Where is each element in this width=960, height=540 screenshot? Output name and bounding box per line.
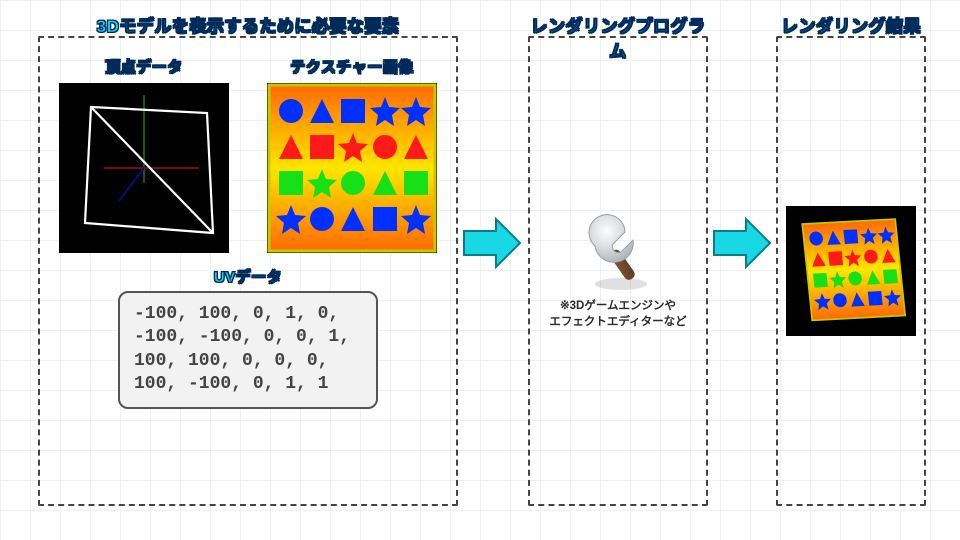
panel-rendering-program: ※3Dゲームエンジンや エフェクトエディターなど bbox=[528, 36, 708, 506]
label-uv-data: UVデータ bbox=[214, 266, 282, 287]
section-title-result: レンダリング結果 bbox=[776, 12, 926, 37]
thumbnail-vertex-data bbox=[59, 83, 229, 253]
label-texture-image: テクスチャー画像 bbox=[290, 56, 413, 77]
arrow-icon bbox=[712, 215, 774, 276]
uv-data-text: -100, 100, 0, 1, 0, -100, -100, 0, 0, 1,… bbox=[118, 291, 378, 409]
program-footnote: ※3Dゲームエンジンや エフェクトエディターなど bbox=[549, 298, 686, 330]
label-vertex-data: 頂点データ bbox=[105, 56, 183, 77]
thumbnail-texture-image bbox=[267, 83, 437, 253]
wrench-icon bbox=[577, 212, 659, 294]
panel-required-elements: 頂点データ テクスチャー画像 bbox=[38, 36, 458, 506]
section-title-elements: 3Dモデルを表示するために必要な要素 bbox=[38, 12, 458, 37]
arrow-icon bbox=[462, 215, 524, 276]
panel-rendering-result bbox=[776, 36, 926, 506]
thumbnail-render-result bbox=[786, 206, 916, 336]
